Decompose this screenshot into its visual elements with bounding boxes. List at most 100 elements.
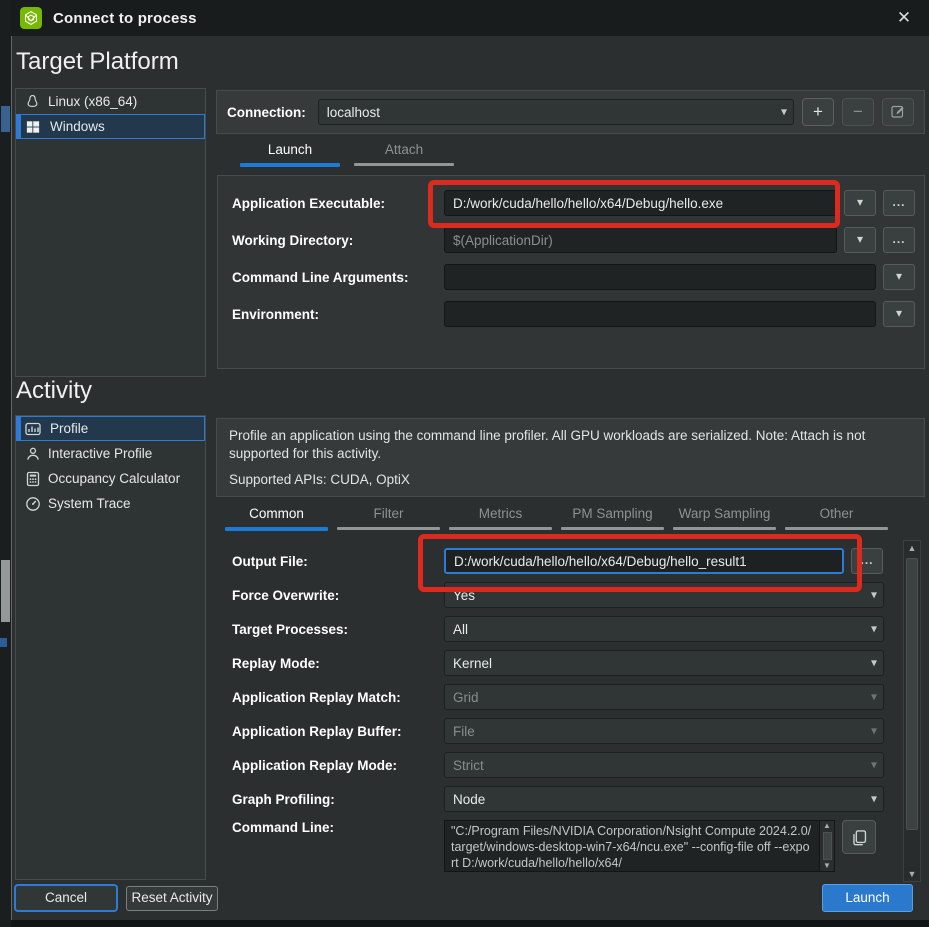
- activity-option-tabs: Common Filter Metrics PM Sampling Warp S…: [225, 503, 897, 531]
- tab-pm-sampling[interactable]: PM Sampling: [561, 503, 664, 531]
- application-executable-input[interactable]: [444, 190, 837, 216]
- chevron-down-icon: ▾: [871, 655, 877, 669]
- scroll-up-icon[interactable]: ▲: [823, 822, 831, 830]
- command-line-arguments-row: Command Line Arguments: ▾: [232, 264, 915, 290]
- chevron-down-icon: ▾: [871, 621, 877, 635]
- chevron-down-icon: ▾: [781, 104, 787, 118]
- tab-launch[interactable]: Launch: [240, 139, 340, 167]
- scroll-down-icon[interactable]: ▼: [823, 862, 831, 870]
- tab-filter[interactable]: Filter: [337, 503, 440, 531]
- command-line-arguments-dropdown-button[interactable]: ▾: [883, 264, 915, 290]
- close-icon[interactable]: ✕: [891, 7, 917, 29]
- application-replay-mode-combobox: Strict ▾: [444, 752, 884, 778]
- working-directory-browse-button[interactable]: ...: [883, 227, 915, 253]
- scroll-down-icon[interactable]: ▼: [908, 867, 917, 881]
- platform-list: Linux (x86_64) Windows: [15, 88, 206, 377]
- platform-item-windows[interactable]: Windows: [16, 114, 205, 139]
- application-replay-mode-label: Application Replay Mode:: [232, 758, 444, 773]
- graph-profiling-row: Graph Profiling: Node ▾: [232, 786, 892, 812]
- target-processes-combobox[interactable]: All ▾: [444, 616, 884, 642]
- screen: Connect to process ✕ Target Platform Lin…: [0, 0, 929, 927]
- environment-input[interactable]: [444, 301, 876, 327]
- scrollbar-thumb[interactable]: [823, 832, 832, 860]
- application-replay-mode-row: Application Replay Mode: Strict ▾: [232, 752, 892, 778]
- dialog-titlebar: Connect to process ✕: [11, 0, 929, 36]
- remove-connection-button[interactable]: −: [842, 98, 874, 126]
- working-directory-dropdown-button[interactable]: ▾: [844, 227, 876, 253]
- activity-item-occupancy-calculator[interactable]: Occupancy Calculator: [16, 466, 205, 491]
- tab-other[interactable]: Other: [785, 503, 888, 531]
- background-window-fragment: [1, 560, 10, 622]
- chevron-down-icon: ▾: [896, 306, 902, 320]
- common-form-scrollbar[interactable]: ▲ ▼: [903, 540, 921, 882]
- connection-panel: Connection: localhost ▾ + −: [216, 90, 925, 134]
- command-line-row: Command Line: "C:/Program Files/NVIDIA C…: [232, 820, 892, 872]
- application-executable-row: Application Executable: ▾ ...: [232, 190, 915, 216]
- environment-dropdown-button[interactable]: ▾: [883, 301, 915, 327]
- working-directory-row: Working Directory: ▾ ...: [232, 227, 915, 253]
- tab-metrics[interactable]: Metrics: [449, 503, 552, 531]
- activity-item-profile[interactable]: Profile: [16, 416, 205, 441]
- copy-command-line-button[interactable]: [842, 820, 876, 854]
- chevron-down-icon: ▾: [896, 269, 902, 283]
- command-line-label: Command Line:: [232, 820, 444, 835]
- chevron-down-icon: ▾: [857, 232, 863, 246]
- launch-button[interactable]: Launch: [822, 884, 913, 912]
- command-line-arguments-input[interactable]: [444, 264, 876, 290]
- environment-row: Environment: ▾: [232, 301, 915, 327]
- target-processes-row: Target Processes: All ▾: [232, 616, 892, 642]
- linux-penguin-icon: [24, 93, 41, 110]
- command-line-text[interactable]: "C:/Program Files/NVIDIA Corporation/Nsi…: [444, 820, 820, 872]
- background-window-fragment: [0, 638, 7, 647]
- dialog-title: Connect to process: [53, 10, 197, 27]
- application-executable-browse-button[interactable]: ...: [883, 190, 915, 216]
- scrollbar-thumb[interactable]: [906, 558, 918, 830]
- application-replay-match-label: Application Replay Match:: [232, 690, 444, 705]
- command-line-arguments-label: Command Line Arguments:: [232, 270, 444, 285]
- person-icon: [24, 445, 41, 462]
- add-connection-button[interactable]: +: [802, 98, 834, 126]
- tab-common[interactable]: Common: [225, 503, 328, 531]
- platform-item-linux[interactable]: Linux (x86_64): [16, 89, 205, 114]
- nsight-compute-icon: [20, 7, 42, 29]
- activity-item-label: Occupancy Calculator: [48, 471, 180, 486]
- activity-item-system-trace[interactable]: System Trace: [16, 491, 205, 516]
- replay-mode-row: Replay Mode: Kernel ▾: [232, 650, 892, 676]
- application-replay-buffer-combobox: File ▾: [444, 718, 884, 744]
- connection-value: localhost: [327, 105, 380, 120]
- tab-warp-sampling[interactable]: Warp Sampling: [673, 503, 776, 531]
- output-file-label: Output File:: [232, 554, 444, 569]
- chevron-down-icon: ▾: [871, 723, 877, 737]
- command-line-scrollbar[interactable]: ▲ ▼: [820, 820, 835, 872]
- edit-connection-button[interactable]: [882, 98, 914, 126]
- cancel-button[interactable]: Cancel: [14, 884, 118, 912]
- connection-label: Connection:: [227, 105, 306, 120]
- profile-chart-icon: [24, 420, 41, 437]
- launch-form-group: Application Executable: ▾ ... Working Di…: [217, 175, 925, 369]
- application-executable-dropdown-button[interactable]: ▾: [844, 190, 876, 216]
- chevron-down-icon: ▾: [871, 791, 877, 805]
- activity-item-interactive-profile[interactable]: Interactive Profile: [16, 441, 205, 466]
- application-replay-match-row: Application Replay Match: Grid ▾: [232, 684, 892, 710]
- reset-activity-button[interactable]: Reset Activity: [126, 886, 218, 911]
- chevron-down-icon: ▾: [871, 757, 877, 771]
- chevron-down-icon: ▾: [857, 195, 863, 209]
- graph-profiling-label: Graph Profiling:: [232, 792, 444, 807]
- calculator-icon: [24, 470, 41, 487]
- tab-attach[interactable]: Attach: [354, 139, 454, 167]
- activity-heading: Activity: [16, 377, 92, 405]
- output-file-row: Output File: ...: [232, 548, 892, 574]
- scroll-up-icon[interactable]: ▲: [908, 541, 917, 555]
- activity-description: Profile an application using the command…: [229, 427, 912, 463]
- working-directory-input[interactable]: [444, 227, 837, 253]
- replay-mode-combobox[interactable]: Kernel ▾: [444, 650, 884, 676]
- activity-item-label: System Trace: [48, 496, 131, 511]
- graph-profiling-combobox[interactable]: Node ▾: [444, 786, 884, 812]
- target-processes-label: Target Processes:: [232, 622, 444, 637]
- connection-combobox[interactable]: localhost ▾: [318, 99, 794, 125]
- copy-icon: [851, 829, 868, 846]
- force-overwrite-combobox[interactable]: Yes ▾: [444, 582, 884, 608]
- output-file-browse-button[interactable]: ...: [851, 548, 883, 574]
- gauge-icon: [24, 495, 41, 512]
- output-file-input[interactable]: [444, 548, 844, 574]
